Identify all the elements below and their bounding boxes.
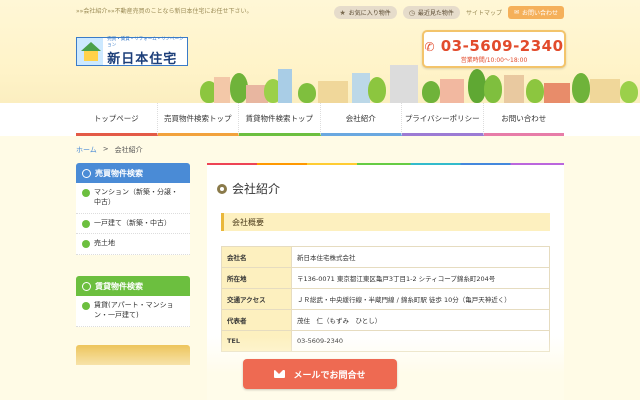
contact-label: お問い合わせ [521, 10, 558, 17]
sidebar-item-label: 売土地 [94, 239, 115, 248]
sidebar-item-mansion[interactable]: マンション（新築・分譲・中古） [76, 183, 190, 214]
search-icon [82, 281, 91, 291]
breadcrumb-separator: > [102, 145, 109, 153]
header-utility-links: ★ お気に入り物件 ◷ 最近見た物件 サイトマップ ✉ お問い合わせ [333, 6, 564, 19]
table-row: 交通アクセス ＪＲ総武・中央緩行線・半蔵門線 / 錦糸町駅 徒歩 10分（亀戸天神… [221, 288, 550, 310]
nav-rent-search-label: 賃貸物件検索トップ [245, 113, 314, 123]
mail-contact-button[interactable]: メールでお問合せ [243, 359, 397, 389]
arrow-bullet-icon [82, 302, 90, 310]
header-tagline: »»会社紹介»»不動産売買のことなら新日本住宅にお任せ下さい。 [76, 8, 253, 15]
table-key: 所在地 [221, 267, 292, 289]
sitemap-link[interactable]: サイトマップ [466, 8, 502, 17]
table-value: 茂住 仁（もずみ ひとし） [291, 309, 550, 331]
business-hours: 営業時間/10:00～18:00 [460, 57, 528, 64]
nav-privacy-label: プライバシーポリシー [404, 113, 480, 123]
table-key: 交通アクセス [221, 288, 292, 310]
phone-number-row: ✆ 03-5609-2340 [424, 37, 564, 55]
house-logo-icon [77, 38, 104, 65]
phone-icon: ✆ [424, 40, 435, 54]
nav-top-label: トップページ [93, 113, 139, 123]
table-key: 代表者 [221, 309, 292, 331]
site-logo[interactable]: 売買・賃貸・リフォーム・リノベーション 新日本住宅 [76, 37, 188, 67]
breadcrumb-home[interactable]: ホーム [76, 145, 97, 155]
sidebar-item-house[interactable]: 一戸建て（新築・中古） [76, 214, 190, 235]
sidebar-buy-heading: 売買物件検索 [76, 163, 190, 183]
breadcrumb-current: 会社紹介 [114, 146, 143, 154]
logo-subtitle: 売買・賃貸・リフォーム・リノベーション [107, 37, 184, 48]
nav-rent-search[interactable]: 賃貸物件検索トップ [239, 103, 321, 136]
nav-privacy[interactable]: プライバシーポリシー [402, 103, 484, 136]
nav-company[interactable]: 会社紹介 [320, 103, 402, 136]
section-heading: 会社概要 [221, 213, 550, 231]
site-header: »»会社紹介»»不動産売買のことなら新日本住宅にお任せ下さい。 ★ お気に入り物… [0, 0, 640, 103]
table-row: 会社名 新日本住宅株式会社 [221, 246, 550, 268]
star-icon: ★ [339, 8, 346, 17]
global-nav: トップページ 売買物件検索トップ 賃貸物件検索トップ 会社紹介 プライバシーポリ… [76, 103, 564, 136]
nav-top[interactable]: トップページ [76, 103, 158, 136]
table-row: 代表者 茂住 仁（もずみ ひとし） [221, 309, 550, 331]
sidebar-item-label: マンション（新築・分譲・中古） [94, 188, 178, 206]
sidebar-rent-heading: 賃貸物件検索 [76, 276, 190, 296]
sidebar-rent-heading-label: 賃貸物件検索 [95, 281, 143, 291]
nav-buy-search-label: 売買物件検索トップ [164, 113, 232, 123]
mail-icon: ✉ [513, 9, 519, 16]
sidebar-rent-list: 賃貸(アパート・マンション・一戸建て) [76, 296, 190, 327]
logo-name: 新日本住宅 [107, 52, 178, 67]
table-value: ＪＲ総武・中央緩行線・半蔵門線 / 錦糸町駅 徒歩 10分（亀戸天神近く） [291, 288, 550, 310]
sidebar-item-rental[interactable]: 賃貸(アパート・マンション・一戸建て) [76, 296, 190, 327]
breadcrumb: ホーム > 会社紹介 [76, 145, 143, 155]
sidebar-item-label: 一戸建て（新築・中古） [94, 218, 171, 227]
recent-label: 最近見た物件 [417, 10, 454, 17]
page-title: 会社紹介 [217, 180, 280, 197]
arrow-bullet-icon [82, 240, 90, 249]
table-key: 会社名 [221, 246, 292, 268]
nav-contact-label: お問い合わせ [501, 113, 547, 123]
nav-company-label: 会社紹介 [345, 113, 376, 123]
sidebar-buy-heading-label: 売買物件検索 [95, 168, 143, 178]
nav-contact[interactable]: お問い合わせ [483, 103, 564, 136]
recent-button[interactable]: ◷ 最近見た物件 [402, 6, 460, 19]
sidebar-item-label: 賃貸(アパート・マンション・一戸建て) [94, 301, 174, 319]
search-icon [82, 168, 91, 178]
favorites-button[interactable]: ★ お気に入り物件 [333, 6, 397, 19]
arrow-bullet-icon [82, 219, 90, 228]
sidebar-item-land[interactable]: 売土地 [76, 234, 190, 256]
envelope-icon [274, 370, 286, 378]
phone-contact-box[interactable]: ✆ 03-5609-2340 営業時間/10:00～18:00 [422, 30, 566, 68]
sidebar-buy-list: マンション（新築・分譲・中古） 一戸建て（新築・中古） 売土地 [76, 183, 190, 256]
phone-number: 03-5609-2340 [440, 37, 564, 55]
ring-icon [217, 183, 227, 194]
clock-icon: ◷ [408, 8, 415, 17]
contact-button[interactable]: ✉ お問い合わせ [507, 6, 564, 19]
arrow-bullet-icon [82, 189, 90, 197]
table-row: 所在地 〒136-0071 東京都江東区亀戸3丁目1-2 シティコープ錦糸町204… [221, 267, 550, 289]
page-title-text: 会社紹介 [232, 182, 281, 196]
nav-buy-search[interactable]: 売買物件検索トップ [157, 103, 239, 136]
town-illustration [200, 52, 640, 103]
mail-contact-label: メールでお問合せ [293, 370, 366, 381]
table-value: 〒136-0071 東京都江東区亀戸3丁目1-2 シティコープ錦糸町204号 [291, 267, 550, 289]
favorites-label: お気に入り物件 [348, 10, 391, 17]
table-value: 新日本住宅株式会社 [291, 246, 550, 268]
